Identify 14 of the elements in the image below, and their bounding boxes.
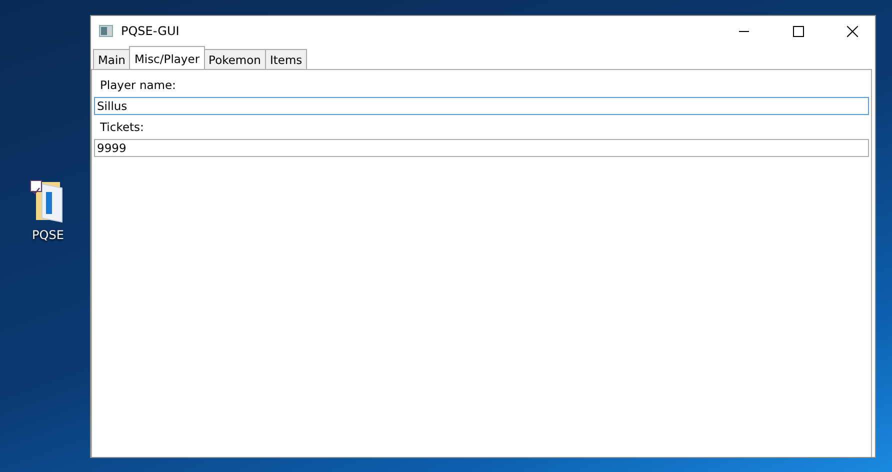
field-label: Tickets: bbox=[99, 119, 145, 136]
app-icon bbox=[99, 25, 113, 37]
close-icon bbox=[846, 26, 858, 36]
desktop-icon-label: PQSE bbox=[32, 228, 64, 242]
window-title: PQSE-GUI bbox=[121, 24, 180, 38]
input-field[interactable]: 9999 bbox=[94, 139, 869, 157]
input-field[interactable]: Sillus bbox=[94, 97, 869, 115]
tab[interactable]: Main bbox=[93, 49, 130, 69]
tab[interactable]: Pokemon bbox=[204, 49, 266, 69]
maximize-icon bbox=[792, 26, 804, 36]
checkmark-icon bbox=[31, 186, 41, 196]
field-label: Player name: bbox=[99, 77, 177, 94]
checkbox[interactable] bbox=[30, 180, 42, 192]
tab[interactable]: Items bbox=[264, 49, 308, 69]
